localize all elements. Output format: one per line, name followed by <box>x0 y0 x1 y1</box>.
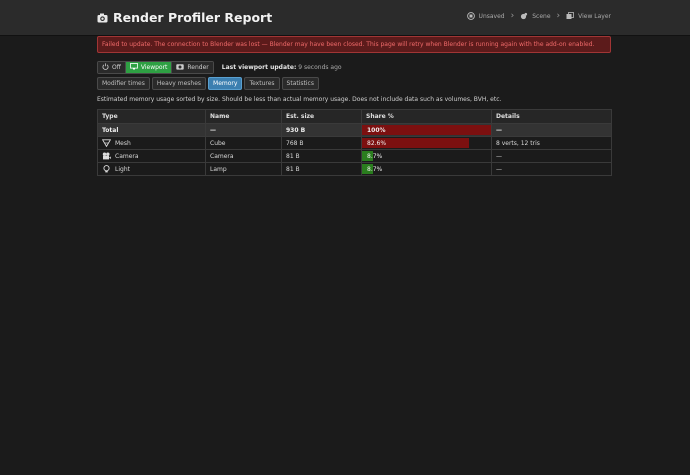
last-update-text: Last viewport update: 9 seconds ago <box>222 64 342 71</box>
breadcrumb-label: Scene <box>532 12 551 20</box>
share-label: 8.7% <box>367 165 383 173</box>
breadcrumb-label: View Layer <box>578 12 611 20</box>
scene-icon <box>520 12 528 20</box>
main-content: Failed to update. The connection to Blen… <box>97 36 612 176</box>
share-cell: 8.7% <box>361 162 492 176</box>
mode-viewport-button[interactable]: Viewport <box>124 62 172 73</box>
mode-row: Off Viewport Render Last viewport update… <box>97 61 611 74</box>
size-cell: 930 B <box>281 123 362 137</box>
size-cell: 81 B <box>281 162 362 176</box>
column-header-share[interactable]: Share % <box>361 109 492 124</box>
table-row[interactable]: Mesh Cube 768 B 82.6% 8 verts, 12 tris <box>97 136 612 150</box>
type-label: Light <box>115 165 130 173</box>
memory-description: Estimated memory usage sorted by size. S… <box>97 96 502 103</box>
report-tabs: Modifier times Heavy meshes Memory Textu… <box>97 77 611 90</box>
view-layer-icon <box>566 12 575 20</box>
share-label: 8.7% <box>367 152 383 160</box>
name-cell: Camera <box>205 149 282 163</box>
type-label: Camera <box>115 152 139 160</box>
camera-icon <box>176 63 185 72</box>
breadcrumb-view-layer[interactable]: View Layer <box>566 12 611 20</box>
last-update-value: 9 seconds ago <box>298 64 342 71</box>
details-cell: — <box>491 149 612 163</box>
power-icon <box>102 63 109 72</box>
memory-table: Type Name Est. size Share % Details Tota… <box>97 109 612 176</box>
share-cell: 100% <box>361 123 492 137</box>
camera-icon <box>97 13 108 23</box>
page-title: Render Profiler Report <box>113 10 273 25</box>
type-cell: Mesh <box>97 136 206 150</box>
tab-statistics[interactable]: Statistics <box>281 77 319 90</box>
name-cell: Cube <box>205 136 282 150</box>
monitor-icon <box>129 63 138 72</box>
column-header-name[interactable]: Name <box>205 109 282 124</box>
mesh-icon <box>102 139 111 147</box>
last-update-label: Last viewport update: <box>221 64 297 71</box>
share-cell: 8.7% <box>361 149 492 163</box>
breadcrumb-scene[interactable]: Scene <box>520 12 551 20</box>
breadcrumb: Unsaved › Scene › View Layer <box>466 11 611 21</box>
type-cell: Total <box>97 123 206 137</box>
type-label: Mesh <box>115 139 131 147</box>
mode-off-label: Off <box>112 64 121 71</box>
file-icon <box>466 12 475 20</box>
column-header-details[interactable]: Details <box>491 109 612 124</box>
share-label: 100% <box>367 126 386 134</box>
details-cell: 8 verts, 12 tris <box>491 136 612 150</box>
chevron-right-icon: › <box>510 11 515 21</box>
details-cell: — <box>491 162 612 176</box>
type-cell: Camera <box>97 149 206 163</box>
top-bar: Render Profiler Report Unsaved › Scene ›… <box>0 0 690 36</box>
table-row[interactable]: Camera Camera 81 B 8.7% — <box>97 149 612 163</box>
connection-error-alert: Failed to update. The connection to Blen… <box>97 36 611 53</box>
table-header-row: Type Name Est. size Share % Details <box>97 109 612 124</box>
tab-textures[interactable]: Textures <box>244 77 280 90</box>
table-row[interactable]: Light Lamp 81 B 8.7% — <box>97 162 612 176</box>
name-cell: Lamp <box>205 162 282 176</box>
app-title: Render Profiler Report <box>97 10 272 25</box>
mode-viewport-label: Viewport <box>140 64 168 71</box>
camera-icon <box>102 152 111 160</box>
mode-off-button[interactable]: Off <box>98 62 125 73</box>
breadcrumb-file[interactable]: Unsaved <box>466 12 505 20</box>
size-cell: 81 B <box>281 149 362 163</box>
light-icon <box>102 165 111 173</box>
tab-memory[interactable]: Memory <box>208 77 243 90</box>
mode-render-label: Render <box>187 64 209 71</box>
column-header-size[interactable]: Est. size <box>281 109 362 124</box>
tab-heavy-meshes[interactable]: Heavy meshes <box>151 77 207 90</box>
tab-modifier-times[interactable]: Modifier times <box>97 77 150 90</box>
share-cell: 82.6% <box>361 136 492 150</box>
breadcrumb-label: Unsaved <box>478 12 505 20</box>
type-cell: Light <box>97 162 206 176</box>
share-label: 82.6% <box>367 139 387 147</box>
name-cell: — <box>205 123 282 137</box>
chevron-right-icon: › <box>556 11 561 21</box>
table-row-total: Total — 930 B 100% — <box>97 123 612 137</box>
mode-switch: Off Viewport Render <box>97 61 214 74</box>
size-cell: 768 B <box>281 136 362 150</box>
mode-render-button[interactable]: Render <box>171 62 213 73</box>
column-header-type[interactable]: Type <box>97 109 206 124</box>
details-cell: — <box>491 123 612 137</box>
type-label: Total <box>102 126 119 134</box>
